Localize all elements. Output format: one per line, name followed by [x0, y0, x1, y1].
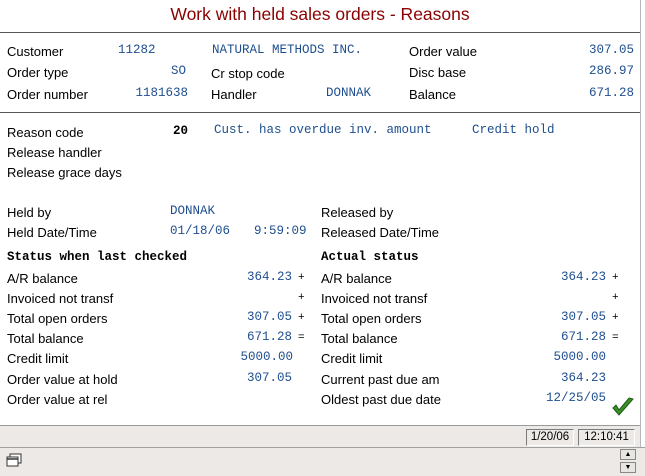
reason-text: Cust. has overdue inv. amount: [214, 123, 432, 137]
ac-past-due-value: 364.23: [560, 371, 606, 385]
customer-label: Customer: [7, 44, 64, 59]
lc-open-sign: +: [298, 312, 305, 324]
main-panel: Work with held sales orders - Reasons Cu…: [0, 0, 641, 448]
ac-inv-label: Invoiced not transf: [321, 291, 428, 306]
lc-limit-value: 5000.00: [240, 350, 293, 364]
ac-limit-label: Credit limit: [321, 351, 383, 366]
released-by-label: Released by: [321, 205, 394, 220]
ac-oldest-label: Oldest past due date: [321, 392, 441, 407]
held-datetime-label: Held Date/Time: [7, 225, 97, 240]
confirm-button[interactable]: [611, 395, 635, 419]
ac-limit-value: 5000.00: [553, 350, 606, 364]
customer-name: NATURAL METHODS INC.: [212, 43, 363, 57]
status-bar: 1/20/06 12:10:41: [0, 425, 640, 448]
held-by: DONNAK: [170, 204, 216, 218]
handler-label: Handler: [211, 87, 257, 102]
order-type-label: Order type: [7, 65, 69, 80]
status-date: 1/20/06: [526, 429, 574, 446]
lc-limit-label: Credit limit: [7, 351, 69, 366]
ac-ar-label: A/R balance: [321, 271, 392, 286]
lc-total-label: Total balance: [7, 331, 84, 346]
order-number[interactable]: 1181638: [110, 86, 188, 100]
balance: 671.28: [588, 86, 634, 100]
page-spinner: ▲ ▼: [620, 449, 636, 473]
release-handler-label: Release handler: [7, 145, 102, 160]
ac-open-label: Total open orders: [321, 311, 422, 326]
held-time: 9:59:09: [254, 224, 307, 238]
lc-total-sign: =: [298, 332, 305, 344]
held-by-label: Held by: [7, 205, 52, 220]
spinner-down-button[interactable]: ▼: [620, 462, 636, 473]
reason-code[interactable]: 20: [173, 124, 188, 138]
page-title: Work with held sales orders - Reasons: [170, 4, 470, 24]
cr-stop-label: Cr stop code: [211, 66, 285, 81]
ac-oldest-value: 12/25/05: [545, 391, 606, 405]
status-time: 12:10:41: [578, 429, 635, 446]
title-divider: [0, 32, 640, 33]
lc-ar-label: A/R balance: [7, 271, 78, 286]
lc-ar-sign: +: [298, 272, 305, 284]
lc-total-value: 671.28: [246, 330, 292, 344]
lc-hold-value: 307.05: [246, 371, 292, 385]
window-icon: [6, 453, 22, 467]
disc-base-label: Disc base: [409, 65, 467, 80]
lc-inv-label: Invoiced not transf: [7, 291, 114, 306]
order-type[interactable]: SO: [140, 64, 186, 78]
reason-type: Credit hold: [472, 123, 555, 137]
balance-label: Balance: [409, 87, 456, 102]
ac-past-due-label: Current past due am: [321, 372, 440, 387]
ac-total-sign: =: [612, 332, 619, 344]
ac-ar-sign: +: [612, 272, 619, 284]
order-value-label: Order value: [409, 44, 477, 59]
release-grace-label: Release grace days: [7, 165, 122, 180]
order-number-label: Order number: [7, 87, 88, 102]
ac-total-label: Total balance: [321, 331, 398, 346]
app-window: Work with held sales orders - Reasons Cu…: [0, 0, 645, 476]
customer-number[interactable]: 11282: [118, 43, 156, 57]
last-checked-heading: Status when last checked: [7, 250, 188, 264]
reason-code-label: Reason code: [7, 125, 84, 140]
actual-heading: Actual status: [321, 250, 419, 264]
ac-inv-sign: +: [612, 292, 619, 304]
ac-open-value: 307.05: [560, 310, 606, 324]
lc-rel-label: Order value at rel: [7, 392, 108, 407]
spinner-up-button[interactable]: ▲: [620, 449, 636, 460]
ac-open-sign: +: [612, 312, 619, 324]
order-value: 307.05: [588, 43, 634, 57]
bottom-toolbar: ▲ ▼: [0, 447, 645, 476]
ac-total-value: 671.28: [560, 330, 606, 344]
ac-ar-value: 364.23: [560, 270, 606, 284]
window-menu-button[interactable]: [6, 453, 22, 468]
lc-ar-value: 364.23: [246, 270, 292, 284]
released-datetime-label: Released Date/Time: [321, 225, 440, 240]
lc-open-value: 307.05: [246, 310, 292, 324]
lc-open-label: Total open orders: [7, 311, 108, 326]
handler: DONNAK: [326, 86, 372, 100]
held-date: 01/18/06: [170, 224, 231, 238]
disc-base: 286.97: [588, 64, 634, 78]
header-divider: [0, 112, 640, 113]
checkmark-icon: [612, 397, 634, 416]
lc-inv-sign: +: [298, 292, 305, 304]
lc-hold-label: Order value at hold: [7, 372, 118, 387]
